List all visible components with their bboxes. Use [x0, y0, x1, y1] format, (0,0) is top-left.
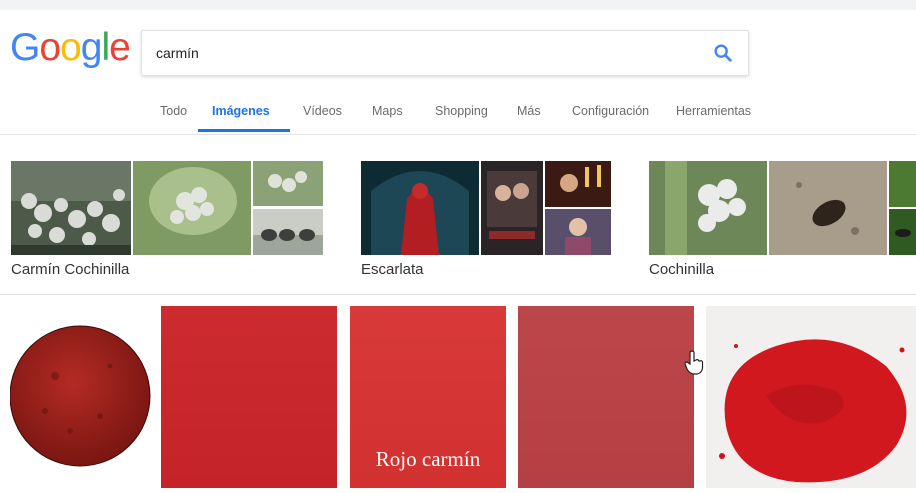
- search-input[interactable]: carmín: [156, 45, 199, 61]
- logo-letter: l: [101, 26, 110, 69]
- result-muted-red-swatch[interactable]: [518, 306, 694, 488]
- tab-herramientas[interactable]: Herramientas: [676, 104, 751, 118]
- muted-red-swatch-image: [518, 306, 694, 488]
- result-red-swatch[interactable]: [161, 306, 337, 488]
- result-pigment-pile[interactable]: [706, 306, 916, 488]
- cactus-cochineal-image: [253, 161, 323, 206]
- search-icon[interactable]: [712, 42, 734, 64]
- logo-letter: o: [60, 26, 82, 69]
- related-card-cochinilla[interactable]: Cochinilla: [649, 161, 916, 281]
- carmine-pigment-pile-image: [706, 306, 916, 488]
- tab-mas[interactable]: Más: [517, 104, 541, 118]
- search-box[interactable]: carmín: [141, 30, 749, 76]
- related-label: Escarlata: [361, 261, 424, 278]
- tab-videos[interactable]: Vídeos: [303, 104, 342, 118]
- film-still-image: [545, 161, 611, 207]
- active-tab-indicator: [198, 129, 290, 132]
- related-label: Cochinilla: [649, 261, 715, 278]
- tab-configuracion[interactable]: Configuración: [572, 104, 649, 118]
- rojo-carmin-caption: Rojo carmín: [375, 447, 481, 471]
- result-rojo-carmin[interactable]: Rojo carmín: [350, 306, 506, 488]
- carmine-powder-disc-image: [9, 325, 151, 467]
- movie-poster-image: [481, 161, 543, 255]
- hand-cursor-icon: [684, 350, 704, 375]
- search-tabs: Todo Imágenes Vídeos Maps Shopping Más C…: [0, 94, 916, 135]
- tab-shopping[interactable]: Shopping: [435, 104, 488, 118]
- insect-leaf-image: [889, 209, 916, 255]
- related-card-carmin-cochinilla[interactable]: Carmín Cochinilla: [11, 161, 323, 281]
- cochinilla-bug-image: [769, 161, 887, 255]
- result-powder-disc[interactable]: [9, 306, 152, 488]
- crimson-peak-poster-image: [361, 161, 479, 255]
- cochinilla-colony-image: [649, 161, 767, 255]
- related-label: Carmín Cochinilla: [11, 261, 130, 278]
- cochineal-clusters-image: [11, 161, 131, 255]
- related-card-escarlata[interactable]: Escarlata: [361, 161, 611, 281]
- tab-maps[interactable]: Maps: [372, 104, 403, 118]
- tab-imagenes[interactable]: Imágenes: [212, 104, 270, 118]
- logo-letter: e: [109, 26, 131, 69]
- related-images: [11, 161, 323, 255]
- logo-letter: g: [80, 26, 103, 69]
- red-swatch-image: [161, 306, 337, 488]
- google-logo[interactable]: Google: [10, 26, 131, 70]
- insects-macro-image: [253, 209, 323, 255]
- top-strip: [0, 0, 916, 10]
- logo-letter: G: [10, 26, 40, 69]
- leaf-image: [889, 161, 916, 207]
- related-images: [361, 161, 611, 255]
- logo-letter: o: [39, 26, 61, 69]
- section-divider: [0, 294, 916, 295]
- cochineal-closeup-image: [133, 161, 251, 255]
- related-images: [649, 161, 916, 255]
- tab-todo[interactable]: Todo: [160, 104, 187, 118]
- actress-portrait-image: [545, 209, 611, 255]
